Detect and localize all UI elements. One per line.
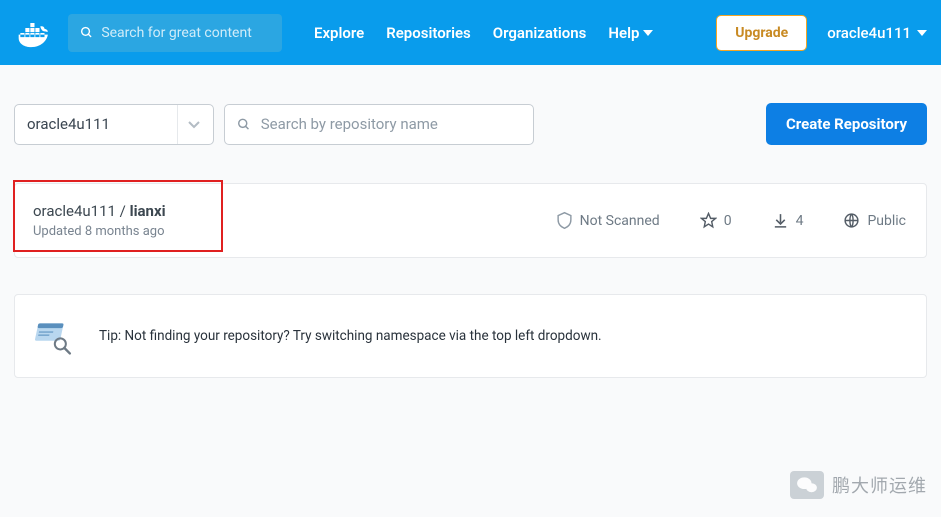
nav-explore[interactable]: Explore [314,24,364,42]
docker-logo[interactable] [14,13,60,53]
search-icon [80,25,93,40]
repo-sep: / [116,202,130,220]
watermark: 鹏大师运维 [790,471,927,499]
stat-downloads: 4 [772,212,804,229]
caret-down-icon [917,30,927,36]
upgrade-button[interactable]: Upgrade [716,15,807,51]
repo-info: oracle4u111 / lianxi Updated 8 months ag… [33,202,166,239]
caret-down-icon [643,30,653,36]
wechat-icon [790,471,824,499]
search-icon [237,117,251,132]
tip-illustration-icon [35,317,73,355]
watermark-text: 鹏大师运维 [832,472,927,498]
stat-stars: 0 [700,212,732,229]
stat-scanned: Not Scanned [556,211,660,230]
nav-organizations[interactable]: Organizations [493,24,587,42]
tip-text: Tip: Not finding your repository? Try sw… [99,328,602,344]
repo-updated: Updated 8 months ago [33,224,166,239]
nav-help-label: Help [608,24,639,42]
repo-search-input[interactable] [261,115,521,133]
user-menu-label: oracle4u111 [827,24,911,42]
namespace-value: oracle4u111 [27,115,110,133]
repo-owner: oracle4u111 [33,202,116,220]
chevron-down-icon [177,105,209,144]
nav-help[interactable]: Help [608,24,653,42]
repo-name: lianxi [130,202,166,220]
download-icon [772,212,789,229]
repo-search[interactable] [224,104,534,145]
nav-links: Explore Repositories Organizations Help [314,24,653,42]
tip-card: Tip: Not finding your repository? Try sw… [14,294,927,378]
global-search-input[interactable] [101,25,270,41]
page-content: oracle4u111 Create Repository oracle4u11… [0,65,941,378]
user-menu[interactable]: oracle4u111 [827,24,927,42]
repo-stats: Not Scanned 0 4 Public [556,211,906,230]
shield-icon [556,211,573,230]
repo-title: oracle4u111 / lianxi [33,202,166,220]
star-icon [700,212,717,229]
top-navbar: Explore Repositories Organizations Help … [0,0,941,65]
global-search[interactable] [68,14,282,52]
controls-row: oracle4u111 Create Repository [14,103,927,145]
globe-icon [843,212,860,229]
nav-repositories[interactable]: Repositories [386,24,471,42]
create-repository-button[interactable]: Create Repository [766,103,927,145]
stat-visibility: Public [843,212,906,229]
repo-list-item[interactable]: oracle4u111 / lianxi Updated 8 months ag… [14,183,927,258]
namespace-dropdown[interactable]: oracle4u111 [14,104,214,145]
